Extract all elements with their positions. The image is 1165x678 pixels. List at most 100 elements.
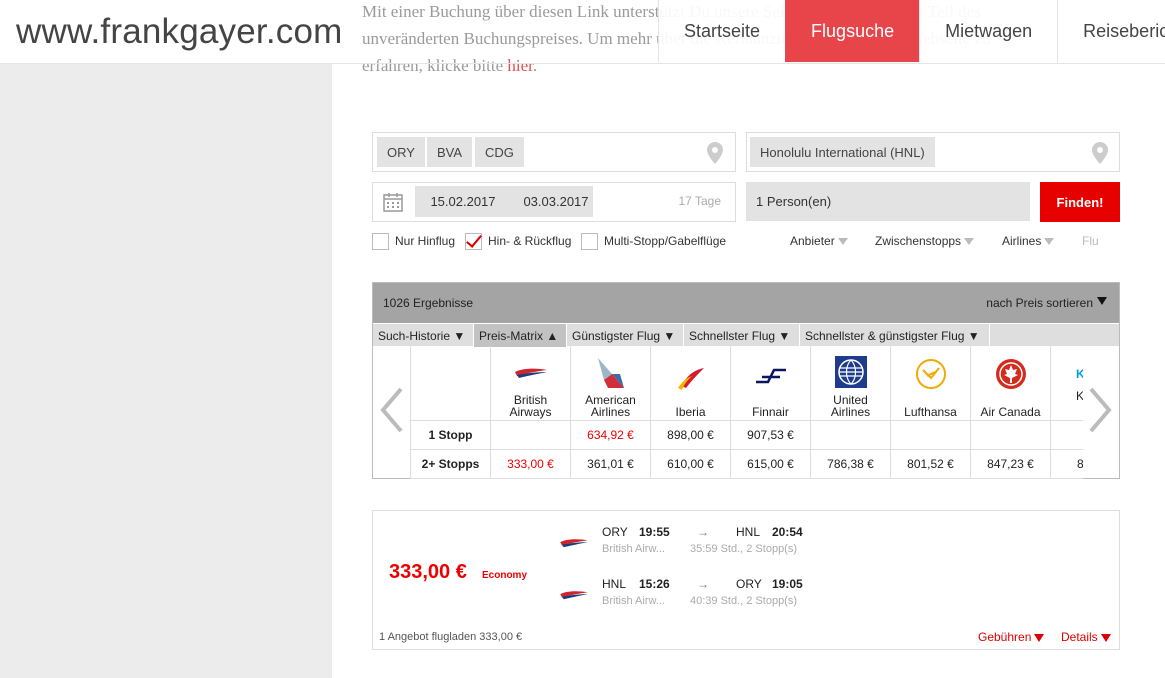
air-canada-logo-icon — [995, 359, 1026, 389]
nav-flugsuche[interactable]: Flugsuche — [785, 0, 920, 62]
details-link[interactable]: Details — [1061, 630, 1111, 644]
nav-startseite[interactable]: Startseite — [658, 0, 786, 62]
airline-finnair[interactable]: Finnair — [731, 346, 811, 421]
airline-british-airways[interactable]: British Airways — [491, 346, 571, 421]
airline-lufthansa[interactable]: Lufthansa — [891, 346, 971, 421]
airline-name-line-2: Airlines — [590, 405, 631, 419]
airline-partial[interactable]: K K — [1051, 346, 1083, 421]
find-button[interactable]: Finden! — [1040, 182, 1120, 222]
price-cell[interactable]: 898,00 € — [651, 421, 731, 450]
airline-name-line-2: Airways — [509, 405, 552, 419]
return-date[interactable]: 03.03.2017 — [511, 186, 593, 217]
persons-select[interactable]: 1 Person(en) — [746, 182, 1030, 221]
price-cell-cheapest[interactable]: 333,00 € — [491, 450, 571, 479]
dropdown-triangle-icon — [964, 238, 975, 246]
chevron-right-icon[interactable] — [1087, 385, 1115, 435]
row-label-1-stopp: 1 Stopp — [411, 421, 491, 450]
price-cell[interactable] — [491, 421, 571, 450]
tab-guenstigster-flug[interactable]: Günstigster Flug ▼ — [567, 324, 684, 347]
chevron-left-icon[interactable] — [377, 385, 405, 435]
checkbox-multi-stop[interactable] — [581, 232, 598, 250]
price-cell[interactable]: 615,00 € — [731, 450, 811, 479]
leg-2-info: 40:39 Std., 2 Stopp(s) — [690, 595, 798, 607]
option-one-way[interactable]: Nur Hinflug — [372, 232, 455, 250]
left-gray-panel — [0, 64, 332, 678]
nav-reisebericht[interactable]: Reisebericht — [1057, 0, 1165, 62]
filter-airlines-label: Airlines — [1002, 234, 1042, 248]
tab-schnellster-guenstigster[interactable]: Schnellster & günstigster Flug ▼ — [800, 324, 990, 347]
american-airlines-logo-icon — [597, 358, 624, 388]
offer-class: Economy — [482, 570, 528, 581]
origin-chip-cdg[interactable]: CDG — [475, 137, 524, 167]
finnair-logo-icon — [755, 368, 786, 384]
calendar-icon[interactable] — [383, 192, 403, 212]
svg-text:K: K — [1076, 367, 1083, 380]
tab-preis-matrix[interactable]: Preis-Matrix ▲ — [474, 324, 567, 347]
filter-airlines[interactable]: Airlines — [1002, 234, 1055, 248]
dropdown-triangle-icon — [1100, 633, 1111, 642]
partial-airline-logo-icon: K — [1076, 367, 1083, 380]
checkbox-round-trip[interactable] — [465, 232, 482, 250]
leg-2-arr: 19:05 — [772, 577, 803, 591]
airline-name: Finnair — [752, 405, 789, 419]
origin-chip-bva[interactable]: BVA — [427, 137, 473, 167]
option-round-trip[interactable]: Hin- & Rückflug — [465, 232, 571, 250]
fees-link-label: Gebühren — [978, 630, 1032, 644]
dropdown-triangle-icon — [837, 238, 848, 246]
price-cell[interactable]: 869 — [1051, 450, 1083, 479]
results-header: 1026 Ergebnisse nach Preis sortieren — [373, 283, 1119, 323]
leg-1-from: ORY — [602, 525, 628, 539]
leg-1-airline: British Airw... — [602, 543, 665, 555]
filter-zwischenstopps[interactable]: Zwischenstopps — [875, 234, 975, 248]
price-cell-cheapest[interactable]: 634,92 € — [571, 421, 651, 450]
details-link-label: Details — [1061, 630, 1098, 644]
price-cell[interactable] — [1051, 421, 1083, 450]
price-cell[interactable]: 907,53 € — [731, 421, 811, 450]
leg-2-from: HNL — [602, 577, 627, 591]
depart-date[interactable]: 15.02.2017 — [415, 186, 511, 217]
dropdown-triangle-icon — [1044, 238, 1055, 246]
airline-air-canada[interactable]: Air Canada — [971, 346, 1051, 421]
destination-chip[interactable]: Honolulu International (HNL) — [750, 137, 935, 167]
filter-flugzeit[interactable]: Flu — [1082, 234, 1118, 248]
sort-triangle-icon[interactable] — [1097, 297, 1107, 305]
price-cell[interactable]: 361,01 € — [571, 450, 651, 479]
tab-schnellster-flug[interactable]: Schnellster Flug ▼ — [684, 324, 800, 347]
british-airways-logo-icon — [560, 591, 588, 600]
fees-link[interactable]: Gebühren — [978, 630, 1045, 644]
origin-chip-ory[interactable]: ORY — [377, 137, 425, 167]
option-multi-stop[interactable]: Multi-Stopp/Gabelflüge — [581, 232, 726, 250]
price-cell[interactable]: 786,38 € — [811, 450, 891, 479]
nav-mietwagen[interactable]: Mietwagen — [919, 0, 1058, 62]
option-one-way-label: Nur Hinflug — [395, 234, 456, 248]
leg-1-dep: 19:55 — [639, 525, 670, 539]
price-cell[interactable] — [891, 421, 971, 450]
filter-anbieter[interactable]: Anbieter — [790, 234, 848, 248]
results-tabs: Such-Historie ▼ Preis-Matrix ▲ Günstigst… — [373, 323, 1119, 347]
airline-american-airlines[interactable]: American Airlines — [571, 346, 651, 421]
results-panel: 1026 Ergebnisse nach Preis sortieren Suc… — [372, 282, 1120, 479]
price-cell[interactable] — [811, 421, 891, 450]
destination-input[interactable]: Honolulu International (HNL) — [746, 132, 1120, 172]
site-logo[interactable]: www.frankgayer.com — [16, 12, 343, 52]
date-input[interactable]: 15.02.2017 03.03.2017 17 Tage — [372, 182, 736, 222]
option-round-trip-label: Hin- & Rückflug — [488, 234, 572, 248]
offer-card[interactable]: 333,00 € Economy ORY 19:55 → HNL 20:54 B… — [372, 510, 1120, 650]
price-cell[interactable]: 847,23 € — [971, 450, 1051, 479]
row-label-2-stopps: 2+ Stopps — [411, 450, 491, 479]
airline-name: K — [1076, 390, 1083, 402]
price-cell[interactable] — [971, 421, 1051, 450]
arrow-right-icon: → — [697, 525, 709, 539]
leg-1-info: 35:59 Std., 2 Stopp(s) — [690, 543, 798, 555]
checkbox-one-way[interactable] — [372, 232, 389, 250]
tab-such-historie[interactable]: Such-Historie ▼ — [373, 324, 474, 347]
price-cell[interactable]: 610,00 € — [651, 450, 731, 479]
sort-by-price[interactable]: nach Preis sortieren — [986, 296, 1093, 310]
airline-united-airlines[interactable]: United Airlines — [811, 346, 891, 421]
origin-input[interactable]: ORY BVA CDG — [372, 132, 736, 172]
leg-2-dep: 15:26 — [639, 577, 670, 591]
airline-iberia[interactable]: Iberia — [651, 346, 731, 421]
results-count: 1026 Ergebnisse — [383, 296, 474, 310]
option-multi-stop-label: Multi-Stopp/Gabelflüge — [604, 234, 727, 248]
price-cell[interactable]: 801,52 € — [891, 450, 971, 479]
